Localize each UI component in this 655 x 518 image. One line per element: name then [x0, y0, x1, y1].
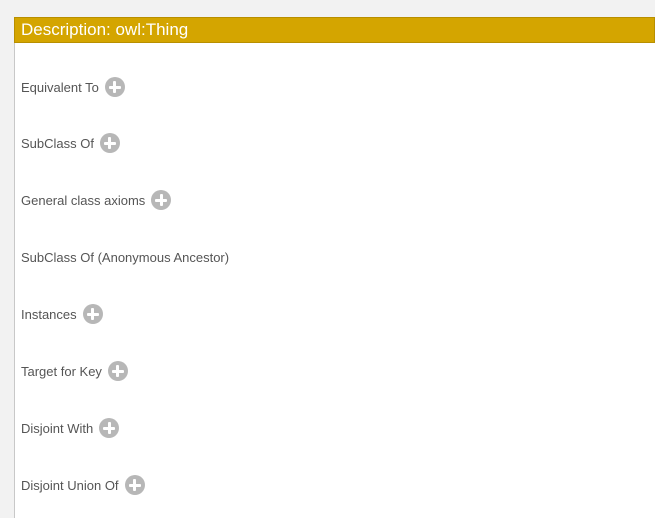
section-subclass-of-anonymous-ancestor: SubClass Of (Anonymous Ancestor) — [21, 245, 229, 269]
section-general-class-axioms: General class axioms — [21, 188, 172, 212]
section-label: Instances — [21, 306, 77, 322]
section-disjoint-with: Disjoint With — [21, 416, 120, 440]
panel-body: Equivalent To SubClass Of General class … — [14, 43, 655, 518]
section-label: Equivalent To — [21, 79, 99, 95]
add-target-for-key-icon[interactable] — [107, 361, 128, 381]
section-disjoint-union-of: Disjoint Union Of — [21, 473, 145, 497]
section-label: Disjoint With — [21, 420, 94, 436]
add-subclass-of-icon[interactable] — [99, 133, 120, 153]
section-label: SubClass Of (Anonymous Ancestor) — [21, 249, 230, 265]
add-disjoint-union-of-icon[interactable] — [124, 475, 145, 495]
section-label: Disjoint Union Of — [21, 477, 119, 493]
description-panel: Description: owl:Thing Equivalent To Sub… — [14, 17, 655, 518]
section-subclass-of: SubClass Of — [21, 131, 120, 155]
section-target-for-key: Target for Key — [21, 359, 128, 383]
section-label: Target for Key — [21, 363, 102, 379]
section-instances: Instances — [21, 302, 103, 326]
section-label: SubClass Of — [21, 135, 94, 151]
add-instance-icon[interactable] — [82, 304, 103, 324]
panel-header: Description: owl:Thing — [14, 17, 655, 43]
section-label: General class axioms — [21, 192, 146, 208]
section-equivalent-to: Equivalent To — [21, 75, 125, 99]
add-disjoint-with-icon[interactable] — [99, 418, 120, 438]
add-equivalent-to-icon[interactable] — [104, 77, 125, 97]
add-general-class-axiom-icon[interactable] — [151, 190, 172, 210]
